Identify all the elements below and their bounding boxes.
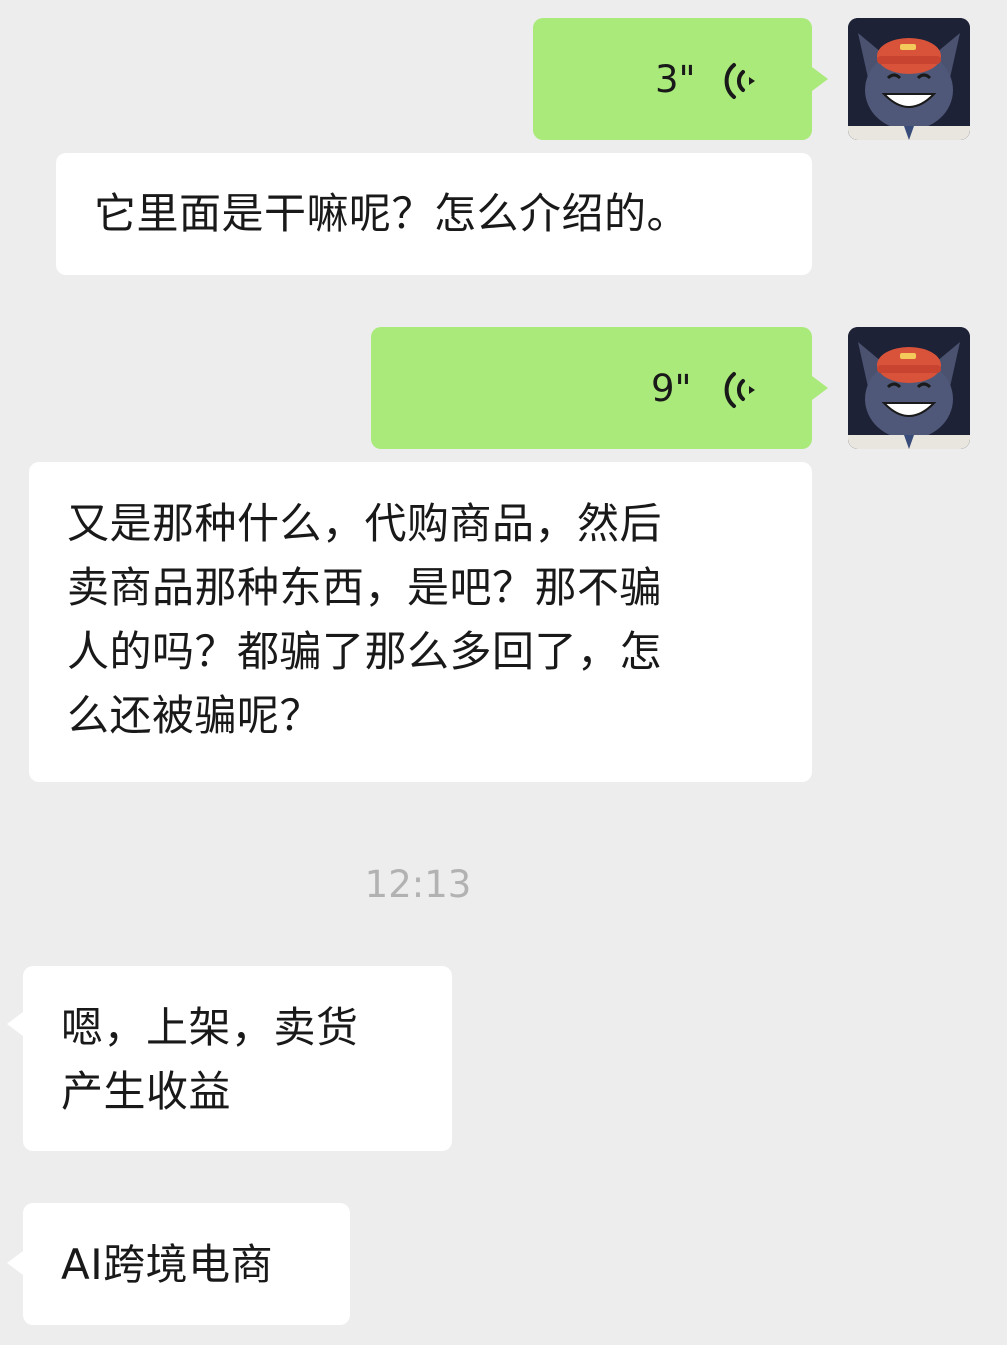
text-message-bubble[interactable]: AI跨境电商 bbox=[7, 1203, 350, 1325]
voice-wave-icon bbox=[724, 372, 755, 408]
voice-duration: 9" bbox=[651, 367, 692, 410]
bubble-tail bbox=[812, 67, 828, 91]
message-text: 嗯，上架，卖货 产生收益 bbox=[61, 1003, 359, 1116]
chat-timestamp: 12:13 bbox=[364, 863, 472, 906]
voice-message-bubble[interactable]: 3" bbox=[533, 18, 828, 140]
avatar[interactable] bbox=[848, 327, 970, 449]
voice-message-bubble[interactable]: 9" bbox=[371, 327, 828, 449]
message-text: AI跨境电商 bbox=[61, 1240, 274, 1289]
avatar[interactable] bbox=[848, 18, 970, 140]
text-message-bubble[interactable]: 又是那种什么，代购商品，然后 卖商品那种东西，是吧？那不骗 人的吗？都骗了那么多… bbox=[29, 462, 812, 782]
bubble-tail bbox=[7, 1251, 23, 1275]
text-message-bubble[interactable]: 嗯，上架，卖货 产生收益 bbox=[7, 966, 452, 1151]
cartoon-wolf-avatar-icon bbox=[848, 18, 970, 140]
message-text: 它里面是干嘛呢？怎么介绍的。 bbox=[94, 189, 690, 238]
text-message-bubble[interactable]: 它里面是干嘛呢？怎么介绍的。 bbox=[56, 153, 812, 275]
cartoon-wolf-avatar-icon bbox=[848, 327, 970, 449]
message-text: 又是那种什么，代购商品，然后 卖商品那种东西，是吧？那不骗 人的吗？都骗了那么多… bbox=[67, 499, 663, 740]
voice-wave-icon bbox=[724, 63, 755, 99]
voice-duration: 3" bbox=[655, 58, 696, 101]
bubble-tail bbox=[7, 1012, 23, 1036]
bubble-tail bbox=[812, 376, 828, 400]
